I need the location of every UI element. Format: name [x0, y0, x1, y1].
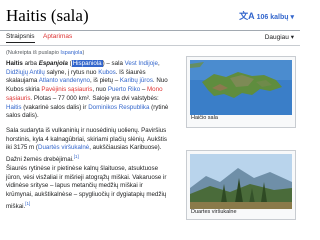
tab-article[interactable]: Straipsnis	[6, 33, 35, 43]
bold-term: Haitis	[6, 60, 23, 67]
text: skalaujama	[6, 77, 39, 85]
link-kuba[interactable]: Kubos	[98, 69, 116, 76]
page-header: Haitis (sala) 文A 106 kalbų ▾	[0, 0, 300, 30]
text: horstinis, kyla 4 kalnagūbriai, skiriami…	[6, 135, 167, 143]
text-line: skalaujama Atlanto vandenyno, iš pietų –…	[6, 77, 168, 86]
more-menu[interactable]: Daugiau ▾	[265, 33, 294, 41]
paragraph-geology: Sala sudaryta iš vulkaninių ir nuosėdini…	[6, 127, 167, 165]
link-dominikos-respublika[interactable]: Dominikos Respublika	[88, 104, 149, 111]
text: , aukščiausias Karibuose).	[89, 144, 162, 152]
link-didziosios-antilai[interactable]: Didžiųjų Antilų	[6, 69, 45, 76]
reference-link[interactable]: [1]	[74, 154, 79, 159]
bold-term: Espanjola	[38, 60, 68, 67]
text-line: horstinis, kyla 4 kalnagūbriai, skiriami…	[6, 136, 167, 145]
text: , iš pietų –	[89, 77, 120, 85]
text-line: vidinėse srityse – lapus metančių medžių…	[6, 182, 166, 191]
text-line: Haitis arba Espanjola (Hispaniola) – sal…	[6, 60, 168, 69]
text-line: Kubos skiria Pavėjinis sąsiauris, nuo Pu…	[6, 86, 168, 95]
chevron-down-icon: ▾	[290, 34, 294, 41]
languages-button[interactable]: 文A 106 kalbų ▾	[239, 9, 294, 22]
text: , nuo	[92, 86, 108, 94]
redirect-suffix: )	[82, 50, 85, 56]
text: Šiaurės rytinėse ir pietinėse kalnų šlai…	[6, 165, 159, 172]
paragraph-intro: Haitis arba Espanjola (Hispaniola) – sal…	[6, 60, 168, 121]
text: Dažni žemės drebėjimai.	[6, 156, 74, 164]
selected-text[interactable]: Hispaniola	[71, 60, 103, 67]
figure-caption: Duartes viršukalne	[191, 209, 237, 215]
island-map-image[interactable]	[190, 60, 292, 115]
text-line: Sala sudaryta iš vulkaninių ir nuosėdini…	[6, 127, 167, 136]
text: Sala sudaryta iš vulkaninių ir nuosėdini…	[6, 127, 167, 134]
text: miškai.	[6, 202, 26, 210]
text: (rytinė	[149, 103, 169, 111]
text: . Iš šiaurės	[115, 68, 146, 76]
page-title: Haitis (sala)	[6, 6, 89, 25]
reference-link[interactable]: [1]	[25, 201, 30, 206]
link-vest-indija[interactable]: Vest Indijoje	[125, 60, 158, 67]
link-puerto-rikas[interactable]: Puerto Riko	[108, 86, 140, 93]
languages-label: 106 kalbų	[256, 14, 289, 21]
text-line: Dažni žemės drebėjimai.[1]	[6, 153, 167, 165]
more-label: Daugiau	[264, 34, 289, 41]
paragraph-vegetation: Šiaurės rytinėse ir pietinėse kalnų šlai…	[6, 165, 166, 212]
redlink-mono-sasiauris[interactable]: Mono	[147, 86, 162, 93]
text-line: krūmynai, aukštikalnėse – spygliuočių ir…	[6, 191, 166, 200]
text-line: Haitis (vakarinė salos dalis) ir Dominik…	[6, 104, 168, 113]
tab-talk[interactable]: Aptarimas	[43, 33, 72, 40]
figure-duarte-peak: Duartes viršukalne	[186, 150, 296, 220]
text: . Plotas – 77 000 km². Saloje yra dvi va…	[30, 94, 159, 102]
link-karibu-jura[interactable]: Karibų jūros	[120, 77, 153, 84]
mountain-photo-image[interactable]	[190, 154, 292, 209]
text-line: Didžiųjų Antilų salyne, į rytus nuo Kubo…	[6, 69, 168, 78]
text: ,	[158, 60, 160, 67]
text: jūron, vėsi visžaliai ir mišrieji atogrą…	[6, 173, 167, 181]
text: Kubos skiria	[6, 86, 42, 94]
redirect-link[interactable]: Ispanjola	[60, 50, 82, 56]
figure-island-map: Haičio sala	[186, 56, 296, 128]
text-line: salos dalis).	[6, 112, 168, 121]
text: –	[140, 86, 148, 94]
chevron-down-icon: ▾	[290, 14, 294, 21]
text: salos dalis).	[6, 112, 39, 120]
text: (vakarinė salos dalis) ir	[21, 103, 89, 111]
text: ) – sala	[102, 60, 125, 67]
text: iki 3175 m (	[6, 144, 38, 152]
link-duartes-virsukalne[interactable]: Duartės viršukalnė	[38, 144, 89, 151]
text-line: jūron, vėsi visžaliai ir mišrieji atogrą…	[6, 174, 166, 183]
link-haitis[interactable]: Haitis	[6, 104, 21, 111]
text-line: miškai.[1]	[6, 200, 166, 212]
text-line: iki 3175 m (Duartės viršukalnė, aukščiau…	[6, 144, 167, 153]
text: arba	[22, 60, 39, 67]
text: . Nuo	[152, 77, 168, 85]
text-line: Šiaurės rytinėse ir pietinėse kalnų šlai…	[6, 165, 166, 174]
redlink-mono-sasiauris[interactable]: sąsiauris	[6, 95, 30, 102]
tabs-divider	[0, 45, 300, 46]
page-tabs: Straipsnis Aptarimas Daugiau ▾	[0, 31, 300, 45]
text: salyne, į rytus nuo	[44, 68, 99, 76]
link-atlanto-vandenynas[interactable]: Atlanto vandenyno	[39, 77, 90, 84]
text: krūmynai, aukštikalnėse – spygliuočių ir…	[6, 191, 167, 199]
redirect-prefix: (Nukreipta iš puslapio	[6, 50, 61, 56]
text-line: sąsiauris. Plotas – 77 000 km². Saloje y…	[6, 95, 168, 104]
redirect-notice: (Nukreipta iš puslapio Ispanjola)	[6, 50, 84, 56]
figure-caption: Haičio sala	[191, 115, 218, 121]
text: vidinėse srityse – lapus metančių medžių…	[6, 182, 143, 190]
redlink-paveijinis-sasiauris[interactable]: Pavėjinis sąsiauris	[41, 86, 92, 93]
translate-icon: 文A	[239, 11, 255, 21]
